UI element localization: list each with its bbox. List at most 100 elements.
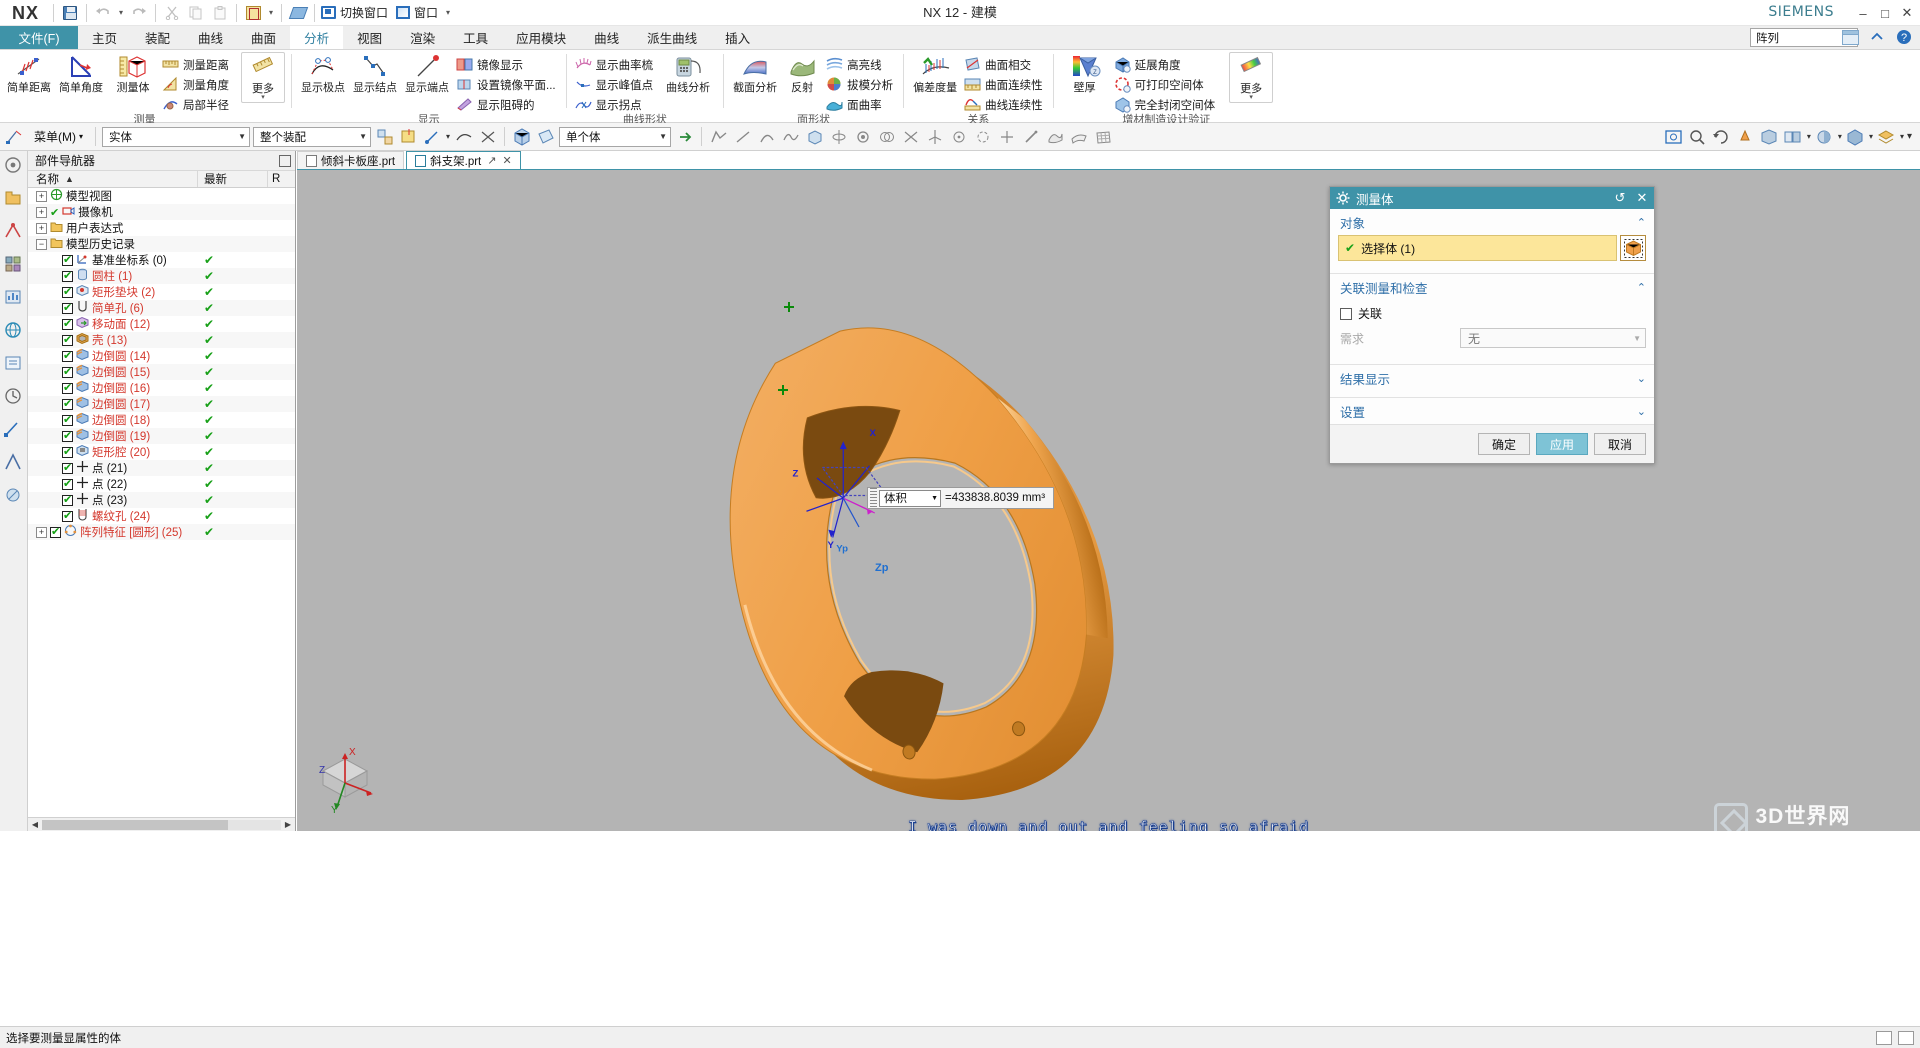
pan-icon[interactable]: [1735, 126, 1756, 147]
overflow-caret[interactable]: ▾: [1907, 131, 1916, 142]
part-navigator-tree[interactable]: +模型视图+✔摄像机+用户表达式−模型历史记录基准坐标系 (0)✔圆柱 (1)✔…: [28, 188, 295, 817]
scroll-thumb[interactable]: [42, 819, 228, 830]
tree-row[interactable]: − 模型历史记录: [28, 236, 295, 252]
tab-home[interactable]: 主页: [78, 26, 131, 49]
tree-row-checkbox[interactable]: [62, 477, 73, 490]
part-navigator-hscrollbar[interactable]: ◀ ▶: [28, 817, 295, 831]
show-curvature-comb-button[interactable]: 显示曲率梳: [573, 55, 658, 74]
close-button[interactable]: ✕: [1900, 3, 1914, 23]
tree-expander[interactable]: +: [36, 190, 47, 202]
snap-settings-icon[interactable]: [422, 126, 443, 147]
tree-row[interactable]: 螺纹孔 (24) ✔: [28, 508, 295, 524]
tree-row-checkbox[interactable]: [62, 461, 73, 474]
tree-row-checkbox[interactable]: [62, 301, 73, 314]
web-browser-icon[interactable]: [3, 320, 25, 342]
format-painter-button[interactable]: [287, 2, 309, 24]
dialog-close-button[interactable]: ✕: [1634, 190, 1650, 206]
scroll-left-icon[interactable]: ◀: [28, 820, 42, 829]
dialog-titlebar[interactable]: 测量体 ↺ ✕: [1330, 187, 1654, 209]
dialog-section-result-display[interactable]: 结果显示 ⌄: [1330, 365, 1654, 391]
dialog-section-associative[interactable]: 关联测量和检查 ⌃: [1330, 274, 1654, 300]
scroll-right-icon[interactable]: ▶: [281, 820, 295, 829]
select-body-row[interactable]: ✔ 选择体 (1): [1338, 235, 1617, 261]
tree-row[interactable]: 边倒圆 (18) ✔: [28, 412, 295, 428]
tree-row-checkbox[interactable]: [62, 493, 73, 506]
arc-icon[interactable]: [756, 126, 777, 147]
tree-row-checkbox[interactable]: [62, 365, 73, 378]
tree-row[interactable]: + 模型视图: [28, 188, 295, 204]
tab-view[interactable]: 视图: [343, 26, 396, 49]
tab-curve[interactable]: 曲线: [184, 26, 237, 49]
column-header-updated[interactable]: 最新: [198, 171, 268, 187]
process-studio-icon[interactable]: [3, 386, 25, 408]
tree-row[interactable]: 移动面 (12) ✔: [28, 316, 295, 332]
line-icon[interactable]: [732, 126, 753, 147]
tree-row-checkbox[interactable]: [62, 253, 73, 266]
tree-row[interactable]: 边倒圆 (17) ✔: [28, 396, 295, 412]
curve-continuity-button[interactable]: 曲线连续性: [962, 95, 1047, 114]
tab-application-modules[interactable]: 应用模块: [502, 26, 580, 49]
maximize-button[interactable]: □: [1878, 3, 1892, 23]
sheet-icon[interactable]: [1068, 126, 1089, 147]
display-style-caret[interactable]: ▾: [1807, 132, 1811, 141]
draft-analysis-button[interactable]: 拔模分析: [824, 75, 897, 94]
tree-expander[interactable]: +: [36, 222, 47, 234]
cross-icon[interactable]: [996, 126, 1017, 147]
snap-filter-combo[interactable]: 单个体 ▼: [559, 126, 672, 147]
tree-row-checkbox[interactable]: [62, 397, 73, 410]
callout-measure-type-combo[interactable]: 体积 ▼: [879, 489, 941, 507]
switch-window-button[interactable]: 切换窗口: [319, 2, 394, 24]
dialog-reset-button[interactable]: ↺: [1612, 190, 1628, 206]
tab-curve-2[interactable]: 曲线: [580, 26, 633, 49]
doc-tab-inclined-card-base[interactable]: 倾斜卡板座.prt: [297, 151, 405, 169]
simple-distance-button[interactable]: 简单距离: [4, 52, 54, 94]
tree-row[interactable]: 壳 (13) ✔: [28, 332, 295, 348]
callout-grip[interactable]: [870, 488, 877, 508]
show-poles-button[interactable]: 显示极点: [298, 52, 348, 94]
select-body-button[interactable]: [1620, 235, 1646, 261]
scope-filter-combo[interactable]: 整个装配 ▼: [253, 126, 372, 147]
fit-view-icon[interactable]: [1663, 126, 1684, 147]
measure-button[interactable]: [242, 2, 264, 24]
roles-icon[interactable]: [3, 452, 25, 474]
spline-icon[interactable]: [780, 126, 801, 147]
tab-assembly[interactable]: 装配: [131, 26, 184, 49]
tab-insert[interactable]: 插入: [711, 26, 764, 49]
face-icon[interactable]: [535, 126, 556, 147]
column-header-r[interactable]: R: [268, 171, 295, 187]
status-indicator-1[interactable]: [1876, 1030, 1892, 1045]
tree-row[interactable]: 点 (21) ✔: [28, 460, 295, 476]
tree-row-checkbox[interactable]: [62, 349, 73, 362]
wall-thickness-button[interactable]: Z 壁厚: [1060, 52, 1110, 94]
cancel-button[interactable]: 取消: [1594, 433, 1646, 455]
deviation-gauge-button[interactable]: 偏差度量: [910, 52, 960, 94]
tree-row[interactable]: 边倒圆 (16) ✔: [28, 380, 295, 396]
section-analysis-button[interactable]: 截面分析: [730, 52, 780, 94]
column-header-name[interactable]: 名称 ▲: [28, 171, 198, 187]
surface-continuity-button[interactable]: 曲面连续性: [962, 75, 1047, 94]
tab-file[interactable]: 文件(F): [0, 26, 78, 49]
graphics-viewport[interactable]: X Z X Y Yp Zp 体积 ▼ =433838.8039 mm³: [297, 170, 1920, 831]
tree-row[interactable]: 圆柱 (1) ✔: [28, 268, 295, 284]
dialog-section-settings[interactable]: 设置 ⌄: [1330, 398, 1654, 424]
measure-more-button[interactable]: 更多 ▾: [241, 52, 285, 103]
undo-button[interactable]: [92, 2, 114, 24]
window-menu-button[interactable]: 窗口 ▾: [394, 2, 460, 24]
show-obstructed-button[interactable]: 显示阻碍的: [454, 95, 560, 114]
paste-button[interactable]: [209, 2, 231, 24]
show-peak-point-button[interactable]: 显示峰值点: [573, 75, 658, 94]
measure-dropdown[interactable]: ▾: [265, 8, 277, 17]
tree-row[interactable]: 矩形腔 (20) ✔: [28, 444, 295, 460]
tab-derived-curve[interactable]: 派生曲线: [633, 26, 711, 49]
highlight-line-button[interactable]: 高亮线: [824, 55, 897, 74]
measure-angle-button[interactable]: 测量角度: [160, 75, 233, 94]
associative-checkbox-row[interactable]: 关联: [1338, 300, 1646, 326]
tree-row[interactable]: 点 (22) ✔: [28, 476, 295, 492]
show-inflection-point-button[interactable]: 显示拐点: [573, 95, 658, 114]
enclosed-volume-button[interactable]: 完全封闭空间体: [1112, 95, 1220, 114]
tree-row-checkbox[interactable]: [62, 317, 73, 330]
window-tile-icon[interactable]: [1840, 27, 1860, 47]
dialog-section-objects[interactable]: 对象 ⌃: [1330, 209, 1654, 235]
solid-body-icon[interactable]: [511, 126, 532, 147]
copy-button[interactable]: [185, 2, 207, 24]
